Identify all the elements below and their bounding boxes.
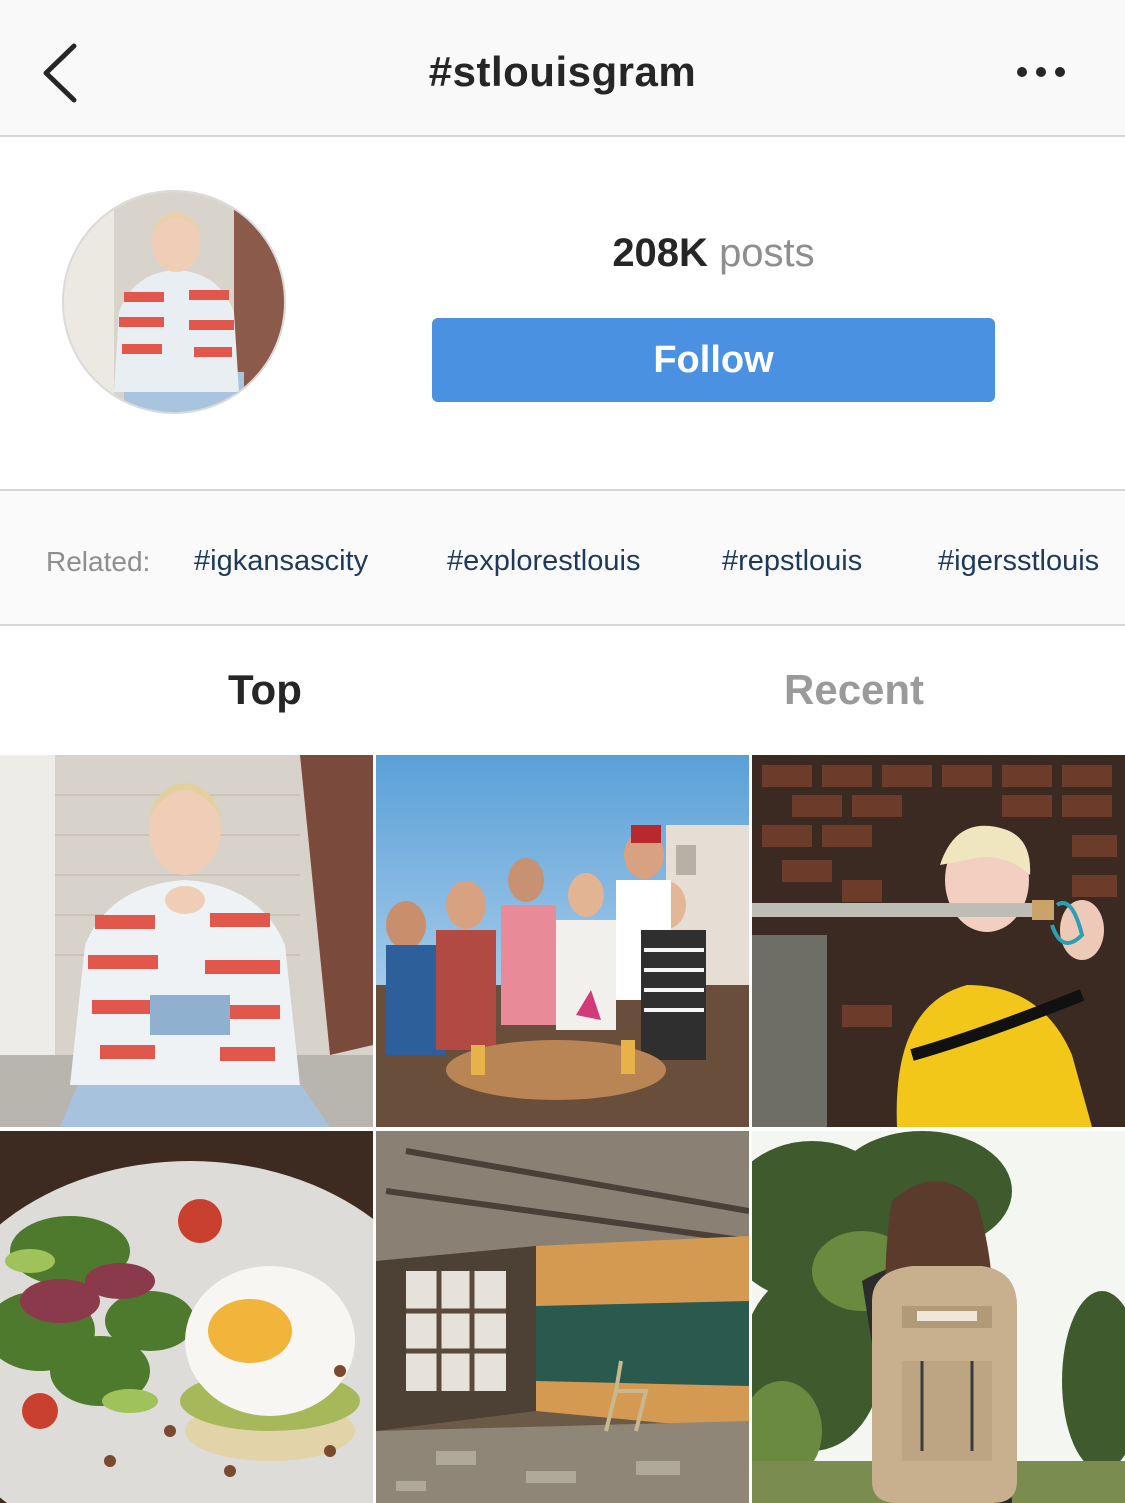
page-title: #stlouisgram (428, 48, 697, 95)
more-options-button[interactable] (1010, 58, 1074, 86)
post-thumbnail[interactable] (376, 755, 749, 1127)
related-hashtags-bar: Related: #igkansascity #explorestlouis #… (0, 489, 1125, 626)
feed-tabs: Top Recent (0, 626, 1125, 752)
hashtag-avatar (62, 190, 286, 414)
ellipsis-icon (1017, 67, 1065, 77)
tab-recent[interactable]: Recent (784, 666, 924, 714)
follow-button[interactable]: Follow (432, 318, 995, 402)
tab-top[interactable]: Top (228, 666, 302, 714)
woman-red-jacket-photo (0, 755, 373, 1127)
post-thumbnail[interactable] (376, 1131, 749, 1503)
hashtag-header: 208K posts Follow (0, 139, 1125, 489)
post-grid (0, 755, 1125, 1503)
top-nav-bar: #stlouisgram (0, 0, 1125, 137)
related-label: Related: (46, 546, 151, 577)
post-thumbnail[interactable] (0, 755, 373, 1127)
post-count: 208K posts (432, 231, 995, 276)
related-tag-explorestlouis[interactable]: #explorestlouis (447, 545, 640, 578)
related-tag-igkansascity[interactable]: #igkansascity (194, 545, 368, 578)
post-thumbnail[interactable] (0, 1131, 373, 1503)
woman-sword-yellow-jacket-photo (752, 755, 1125, 1127)
post-count-label: posts (719, 231, 815, 275)
post-count-number: 208K (612, 231, 708, 275)
related-tag-repstlouis[interactable]: #repstlouis (722, 545, 862, 578)
abandoned-classroom-photo (376, 1131, 749, 1503)
egg-salad-food-photo (0, 1131, 373, 1503)
related-tag-igersstlouis[interactable]: #igersstlouis (938, 545, 1099, 578)
group-rooftop-photo (376, 755, 749, 1127)
post-thumbnail[interactable] (752, 755, 1125, 1127)
post-thumbnail[interactable] (752, 1131, 1125, 1503)
woman-backpack-park-photo (752, 1131, 1125, 1503)
